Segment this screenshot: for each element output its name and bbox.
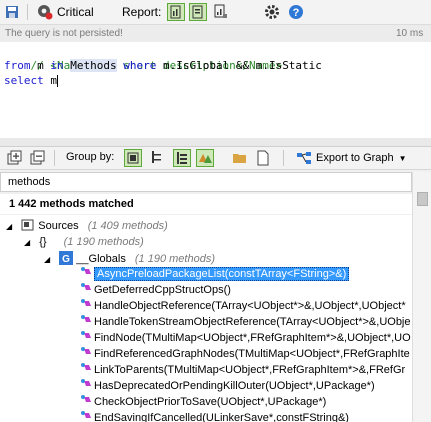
chevron-down-icon: ▼ — [398, 153, 407, 163]
help-icon[interactable]: ? — [288, 0, 304, 24]
group-by-namespace-button[interactable] — [149, 149, 167, 167]
static-method-icon — [80, 314, 94, 328]
static-method-icon — [80, 282, 94, 296]
node-label: __Globals — [76, 253, 126, 265]
filter-value: methods — [8, 176, 51, 188]
namespace-label: {} — [39, 236, 47, 248]
status-message: The query is not persisted! — [5, 28, 123, 39]
tree-node-namespace[interactable]: ◢ {} (1 190 methods) — [24, 234, 144, 250]
static-method-icon — [80, 266, 94, 280]
node-label: Sources — [38, 220, 79, 232]
method-signature: FindReferencedGraphNodes(TMultiMap<UObje… — [94, 348, 410, 360]
report-list-button[interactable] — [189, 3, 207, 21]
expand-toggle-icon[interactable]: ◢ — [24, 238, 30, 247]
export-to-graph-button[interactable]: Export to Graph ▼ — [296, 149, 407, 167]
vertical-scrollbar[interactable] — [412, 172, 431, 422]
method-row[interactable]: CheckObjectPriorToSave(UObject*,UPackage… — [80, 394, 412, 410]
code-line-2: from m in Methods where m.IsGlobal && m.… — [4, 58, 322, 73]
method-signature: FindNode(TMultiMap<UObject*,FRefGraphIte… — [94, 332, 411, 344]
code-text: m.IsGlobal && m.IsStatic — [156, 59, 322, 72]
method-signature: GetDeferredCppStructOps() — [94, 284, 231, 296]
method-row[interactable]: HasDeprecatedOrPendingKillOuter(UObject*… — [80, 378, 412, 394]
method-row[interactable]: EndSavingIfCancelled(ULinkerSave*,constF… — [80, 410, 412, 422]
graph-icon — [296, 150, 312, 166]
method-signature: AsyncPreloadPackageList(constTArray<FStr… — [94, 267, 350, 281]
results-tree: ◢ Sources (1 409 methods) ◢ {} (1 190 me… — [0, 215, 412, 422]
separator — [54, 150, 55, 166]
code-line-3: select m — [4, 73, 58, 88]
method-row[interactable]: AsyncPreloadPackageList(constTArray<FStr… — [80, 266, 412, 282]
main-toolbar: Critical Report: ? — [0, 0, 431, 25]
node-count: (1 409 methods) — [87, 220, 168, 232]
group-by-label: Group by: — [66, 151, 115, 163]
keyword-in: in — [50, 59, 64, 72]
expand-all-icon[interactable] — [6, 150, 22, 169]
results-toolbar: Group by: Export to Graph ▼ — [0, 147, 431, 170]
static-method-icon — [80, 410, 94, 422]
code-text: m — [43, 74, 57, 87]
text-cursor — [57, 75, 58, 87]
svg-text:?: ? — [293, 7, 300, 19]
query-editor[interactable]: // <Name>TODO short description</Name> f… — [0, 42, 431, 139]
report-chart-button[interactable] — [212, 3, 230, 21]
static-method-icon — [80, 394, 94, 408]
critical-rule-icon — [37, 4, 53, 20]
method-signature: HandleObjectReference(TArray<UObject*>&,… — [94, 300, 406, 312]
expand-toggle-icon[interactable]: ◢ — [44, 255, 50, 264]
results-count: 1 442 methods matched — [9, 198, 134, 210]
group-by-assembly-button[interactable] — [124, 149, 142, 167]
class-icon: G — [59, 251, 74, 265]
method-row[interactable]: HandleObjectReference(TArray<UObject*>&,… — [80, 298, 412, 314]
save-icon[interactable] — [5, 0, 19, 24]
static-method-icon — [80, 378, 94, 392]
group-by-type-button[interactable] — [173, 149, 191, 167]
svg-text:G: G — [62, 254, 70, 265]
pane-splitter[interactable] — [0, 138, 431, 147]
group-by-method-button[interactable] — [196, 149, 214, 167]
assembly-icon — [21, 219, 35, 231]
query-time: 10 ms — [396, 28, 424, 39]
code-text: m — [30, 59, 51, 72]
tree-node-globals[interactable]: ◢ G __Globals (1 190 methods) — [44, 251, 215, 267]
method-row[interactable]: LinkToParents(TMultiMap<UObject*,FRefGra… — [80, 362, 412, 378]
query-status-bar: The query is not persisted! 10 ms — [0, 25, 431, 42]
file-icon[interactable] — [255, 150, 271, 169]
critical-label: Critical — [57, 5, 94, 19]
method-signature: LinkToParents(TMultiMap<UObject*,FRefGra… — [94, 364, 406, 376]
critical-toggle[interactable]: Critical — [37, 0, 94, 24]
results-count-header: 1 442 methods matched — [0, 194, 412, 214]
method-row[interactable]: FindReferencedGraphNodes(TMultiMap<UObje… — [80, 346, 412, 362]
node-count: (1 190 methods) — [63, 236, 144, 248]
method-signature: EndSavingIfCancelled(ULinkerSave*,constF… — [94, 412, 349, 422]
gear-icon[interactable] — [264, 0, 280, 24]
scrollbar-thumb[interactable] — [417, 192, 428, 206]
keyword-from: from — [4, 59, 31, 72]
method-row[interactable]: FindNode(TMultiMap<UObject*,FRefGraphIte… — [80, 330, 412, 346]
node-count: (1 190 methods) — [134, 253, 215, 265]
keyword-where: where — [123, 59, 157, 72]
method-signature: HandleTokenStreamObjectReference(TArray<… — [94, 316, 411, 328]
keyword-select: select — [4, 74, 44, 87]
results-filter-input[interactable]: methods — [0, 172, 412, 192]
method-signature: CheckObjectPriorToSave(UObject*,UPackage… — [94, 396, 327, 408]
tree-node-sources[interactable]: ◢ Sources (1 409 methods) — [6, 218, 168, 234]
static-method-icon — [80, 346, 94, 360]
static-method-icon — [80, 330, 94, 344]
method-row[interactable]: GetDeferredCppStructOps() — [80, 282, 412, 298]
folder-icon[interactable] — [232, 150, 248, 169]
code-text: Methods — [70, 59, 117, 72]
export-label: Export to Graph — [316, 152, 394, 164]
static-method-icon — [80, 298, 94, 312]
report-label: Report: — [122, 5, 162, 19]
method-row[interactable]: HandleTokenStreamObjectReference(TArray<… — [80, 314, 412, 330]
collapse-all-icon[interactable] — [29, 150, 45, 169]
expand-toggle-icon[interactable]: ◢ — [6, 222, 12, 231]
static-method-icon — [80, 362, 94, 376]
separator — [27, 0, 28, 24]
method-signature: HasDeprecatedOrPendingKillOuter(UObject*… — [94, 380, 375, 392]
code-line-1: // <Name>TODO short description</Name> — [4, 43, 283, 72]
separator — [283, 150, 284, 166]
report-tree-button[interactable] — [167, 3, 185, 21]
